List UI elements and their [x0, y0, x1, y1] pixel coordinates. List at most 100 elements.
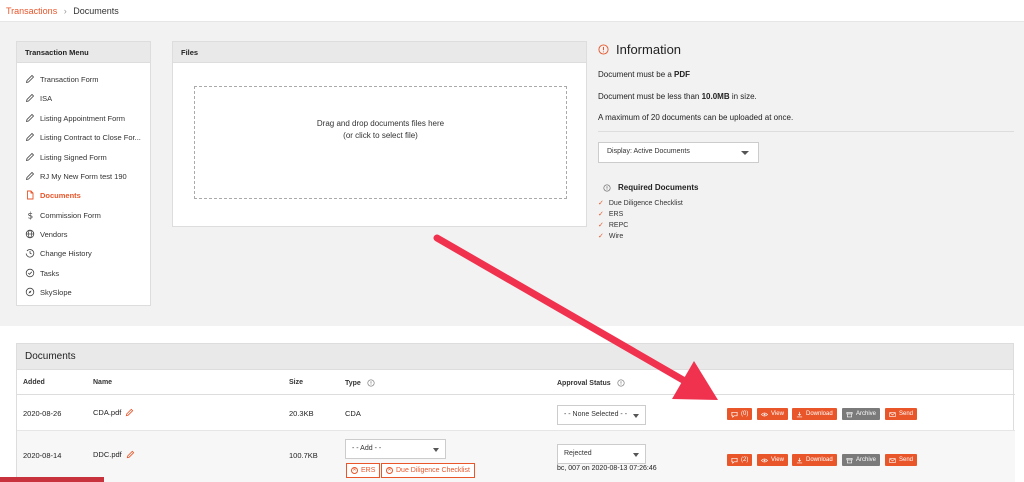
menu-item-isa[interactable]: ISA — [25, 92, 52, 104]
comment-icon — [731, 411, 738, 418]
breadcrumb-current: Documents — [73, 6, 119, 16]
menu-item-label: Listing Appointment Form — [40, 113, 126, 123]
menu-item-change-history[interactable]: Change History — [25, 247, 92, 259]
checkmark-icon: ✓ — [598, 233, 604, 240]
compass-icon — [25, 287, 35, 297]
type-tag-ers[interactable]: ✕ ERS — [346, 463, 381, 478]
view-button[interactable]: View — [757, 454, 788, 466]
required-doc-label: Due Diligence Checklist — [608, 199, 683, 207]
breadcrumb: Transactions › Documents — [6, 6, 119, 16]
information-title: Information — [616, 41, 682, 57]
caret-down-icon — [633, 453, 639, 457]
required-doc-item: ✓ ERS — [598, 210, 624, 219]
archive-button[interactable]: Archive — [842, 454, 881, 466]
column-header-size[interactable]: Size — [289, 379, 303, 386]
info-circle-icon[interactable] — [617, 379, 625, 387]
view-button[interactable]: View — [757, 408, 788, 420]
info-pdf-value: PDF — [674, 70, 691, 79]
menu-item-rj-my-new-form[interactable]: RJ My New Form test 190 — [25, 170, 127, 182]
checkmark-icon: ✓ — [598, 211, 604, 218]
archive-label: Archive — [856, 411, 877, 417]
dollar-icon: $ — [28, 212, 34, 221]
menu-item-label: Tasks — [40, 268, 60, 278]
required-doc-label: ERS — [608, 210, 624, 218]
approval-status-select[interactable]: - - None Selected - - — [557, 405, 646, 425]
menu-item-transaction-form[interactable]: Transaction Form — [25, 73, 99, 85]
column-header-type[interactable]: Type — [345, 379, 375, 387]
globe-icon — [25, 229, 35, 239]
menu-item-listing-signed-form[interactable]: Listing Signed Form — [25, 151, 107, 163]
menu-item-documents[interactable]: Documents — [25, 189, 81, 201]
download-label: Download — [806, 457, 833, 463]
edit-pencil-icon[interactable] — [126, 450, 135, 459]
download-button[interactable]: Download — [792, 408, 837, 420]
transaction-menu-title: Transaction Menu — [17, 42, 150, 63]
send-button[interactable]: Send — [885, 408, 918, 420]
approval-note: bc, 007 on 2020-08-13 07:26:46 — [557, 465, 657, 472]
document-name-link[interactable]: CDA.pdf — [93, 408, 121, 417]
breadcrumb-separator: › — [63, 6, 67, 16]
caret-down-icon — [433, 448, 439, 452]
edit-pencil-icon[interactable] — [125, 408, 134, 417]
caret-down-icon — [741, 151, 749, 155]
envelope-icon — [889, 457, 896, 463]
column-header-name[interactable]: Name — [93, 379, 112, 386]
cell-name: DDC.pdf — [93, 450, 135, 459]
menu-item-listing-contract-to-close[interactable]: Listing Contract to Close For... — [25, 131, 141, 143]
documents-panel: Documents Added Name Size Type Approval … — [16, 343, 1015, 482]
transaction-menu: Transaction Menu Transaction Form ISA Li… — [16, 41, 151, 306]
files-panel: Files Drag and drop documents files here… — [172, 41, 587, 227]
pencil-icon — [25, 113, 35, 123]
comments-button[interactable]: (0) — [727, 408, 753, 420]
display-documents-select[interactable]: Display: Active Documents — [598, 142, 759, 163]
documents-title: Documents — [17, 344, 1013, 370]
table-row: 2020-08-26 CDA.pdf 20.3KB CDA - - None S… — [17, 396, 1015, 431]
breadcrumb-transactions-link[interactable]: Transactions — [6, 6, 57, 16]
type-tag-label: Due Diligence Checklist — [396, 467, 470, 474]
info-size-value: 10.0MB — [701, 92, 730, 101]
menu-item-commission-form[interactable]: $ Commission Form — [25, 209, 101, 221]
table-header-row: Added Name Size Type Approval Status — [17, 370, 1015, 395]
archive-icon — [846, 457, 853, 463]
info-circle-icon — [598, 43, 609, 55]
view-label: View — [771, 411, 784, 417]
download-button[interactable]: Download — [792, 454, 837, 466]
comments-button[interactable]: (2) — [727, 454, 753, 466]
info-size-text: Document must be less than — [598, 92, 702, 101]
type-tag-due-diligence-checklist[interactable]: ✕ Due Diligence Checklist — [381, 463, 475, 478]
column-header-added[interactable]: Added — [23, 379, 45, 386]
menu-item-label: ISA — [40, 93, 53, 103]
menu-item-label: Listing Signed Form — [40, 152, 107, 162]
approval-select-value: - - None Selected - - — [564, 411, 628, 418]
info-circle-icon[interactable] — [367, 379, 375, 387]
pencil-icon — [25, 171, 35, 181]
download-icon — [796, 411, 803, 417]
info-count-rule: A maximum of 20 documents can be uploade… — [598, 113, 794, 122]
download-icon — [796, 457, 803, 463]
information-panel: Information Document must be a PDF Docum… — [598, 40, 1014, 240]
menu-item-vendors[interactable]: Vendors — [25, 228, 68, 240]
archive-button[interactable]: Archive — [842, 408, 881, 420]
document-name-link[interactable]: DDC.pdf — [93, 450, 122, 459]
file-dropzone[interactable]: Drag and drop documents files here (or c… — [194, 86, 567, 199]
cell-added: 2020-08-26 — [23, 409, 62, 418]
menu-item-skyslope[interactable]: SkySlope — [25, 286, 72, 298]
remove-tag-icon[interactable]: ✕ — [386, 467, 393, 474]
eye-icon — [761, 458, 768, 462]
cell-size: 100.7KB — [289, 451, 318, 460]
cell-added: 2020-08-14 — [23, 451, 62, 460]
send-button[interactable]: Send — [885, 454, 918, 466]
information-heading: Information — [598, 40, 1014, 58]
approval-status-select[interactable]: Rejected — [557, 444, 646, 464]
menu-item-tasks[interactable]: Tasks — [25, 267, 59, 279]
menu-item-label: Vendors — [40, 229, 68, 239]
display-select-value: Display: Active Documents — [607, 148, 690, 155]
column-header-type-label: Type — [345, 379, 361, 387]
comment-icon — [731, 457, 738, 464]
document-type-select[interactable]: - - Add - - — [345, 439, 446, 459]
remove-tag-icon[interactable]: ✕ — [351, 467, 358, 474]
menu-item-listing-appointment-form[interactable]: Listing Appointment Form — [25, 112, 125, 124]
pencil-icon — [25, 93, 35, 103]
column-header-approval-status[interactable]: Approval Status — [557, 379, 625, 387]
documents-section: Documents Added Name Size Type Approval … — [0, 326, 1024, 482]
